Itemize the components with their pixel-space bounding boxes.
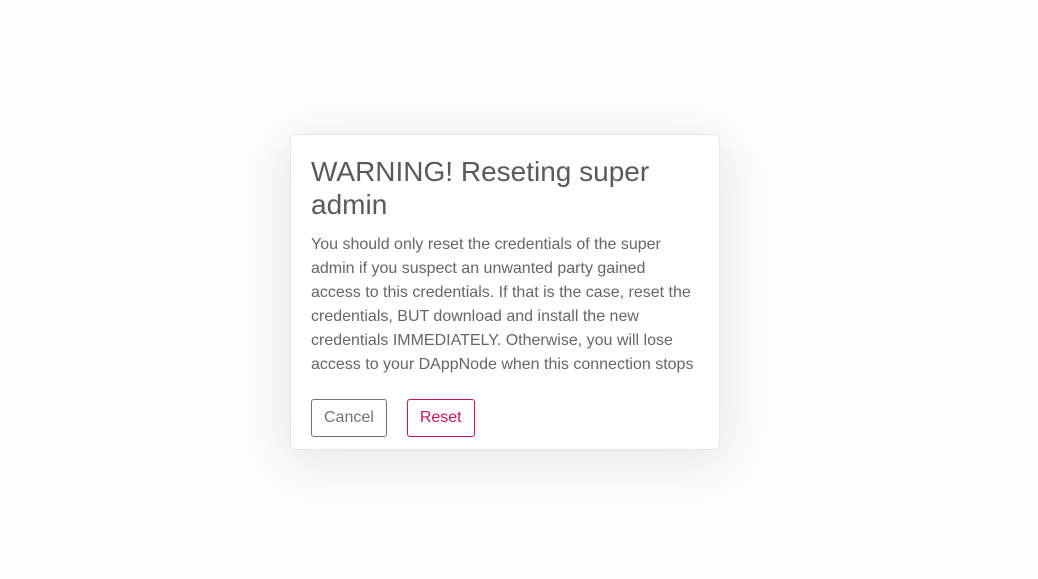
reset-super-admin-dialog: WARNING! Reseting super admin You should… xyxy=(290,134,720,450)
cancel-button[interactable]: Cancel xyxy=(311,399,387,437)
backdrop-header-band xyxy=(0,0,1038,40)
dialog-title: WARNING! Reseting super admin xyxy=(311,156,650,220)
dialog-actions: Cancel Reset xyxy=(311,399,699,437)
reset-button[interactable]: Reset xyxy=(406,399,475,437)
dialog-message: You should only reset the credentials of… xyxy=(311,236,694,373)
